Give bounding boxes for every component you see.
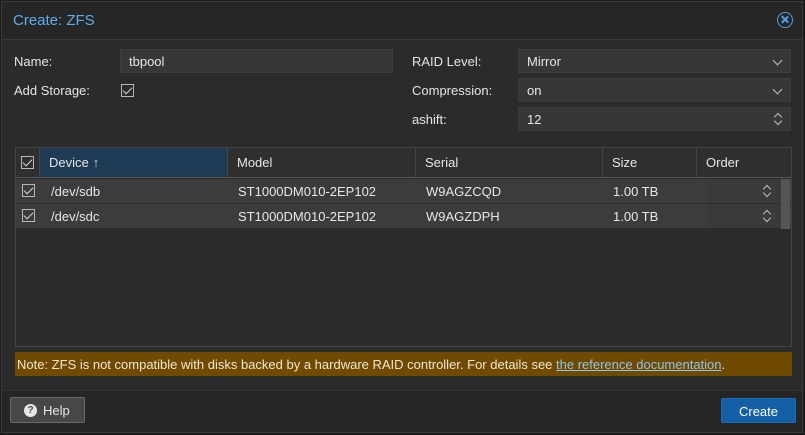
- spinner-icon[interactable]: [762, 208, 772, 224]
- add-storage-label: Add Storage:: [14, 83, 90, 98]
- order-spinner[interactable]: [708, 180, 780, 202]
- column-size-label: Size: [612, 155, 638, 170]
- compression-select[interactable]: on: [518, 78, 791, 102]
- create-button-label: Create: [738, 404, 779, 419]
- warning-text: Note: ZFS is not compatible with disks b…: [17, 357, 557, 372]
- serial-cell: W9AGZCQD: [426, 184, 502, 199]
- add-storage-checkbox[interactable]: [121, 84, 134, 97]
- ashift-spinner[interactable]: 12: [518, 107, 791, 131]
- dialog-titlebar: Create: ZFS: [2, 2, 802, 40]
- size-cell: 1.00 TB: [613, 209, 659, 224]
- model-cell: ST1000DM010-2EP102: [238, 209, 377, 224]
- device-cell: /dev/sdb: [51, 184, 101, 199]
- create-button[interactable]: Create: [721, 398, 796, 423]
- create-zfs-dialog: Create: ZFS Name: tbpool Add Storage: RA…: [1, 1, 803, 433]
- raid-level-value: Mirror: [527, 54, 561, 69]
- name-value: tbpool: [129, 54, 165, 69]
- help-button[interactable]: ? Help: [10, 397, 85, 423]
- reference-documentation-link[interactable]: the reference documentation: [556, 357, 722, 372]
- device-cell: /dev/sdc: [51, 209, 100, 224]
- zfs-raid-warning: Note: ZFS is not compatible with disks b…: [15, 352, 792, 376]
- raid-level-select[interactable]: Mirror: [518, 49, 791, 73]
- warning-suffix: .: [721, 357, 726, 372]
- name-label: Name:: [14, 54, 53, 69]
- sort-ascending-icon: ↑: [92, 155, 100, 170]
- spinner-icon[interactable]: [773, 111, 783, 127]
- grid-scrollbar[interactable]: [781, 179, 790, 229]
- grid-header: Device ↑ Model Serial Size Order: [16, 148, 791, 178]
- raid-level-label: RAID Level:: [412, 54, 482, 69]
- column-model-label: Model: [237, 155, 273, 170]
- column-header-model[interactable]: Model: [228, 148, 416, 177]
- order-spinner[interactable]: [708, 205, 780, 227]
- ashift-value: 12: [527, 112, 542, 127]
- chevron-down-icon[interactable]: [772, 55, 783, 66]
- compression-label: Compression:: [412, 83, 493, 98]
- row-checkbox[interactable]: [22, 184, 35, 197]
- close-icon[interactable]: [777, 12, 793, 28]
- compression-value: on: [527, 83, 542, 98]
- model-cell: ST1000DM010-2EP102: [238, 184, 377, 199]
- size-cell: 1.00 TB: [613, 184, 659, 199]
- disk-grid: Device ↑ Model Serial Size Order /dev/sdb…: [15, 147, 792, 347]
- select-all-checkbox[interactable]: [21, 156, 34, 169]
- row-checkbox[interactable]: [22, 209, 35, 222]
- spinner-icon[interactable]: [762, 183, 772, 199]
- ashift-label: ashift:: [412, 112, 447, 127]
- column-serial-label: Serial: [425, 155, 459, 170]
- table-row[interactable]: /dev/sdb ST1000DM010-2EP102 W9AGZCQD 1.0…: [16, 179, 791, 204]
- chevron-down-icon[interactable]: [772, 84, 783, 95]
- column-device-label: Device: [49, 155, 89, 170]
- column-header-order[interactable]: Order: [697, 148, 791, 177]
- dialog-title: Create: ZFS: [13, 12, 95, 29]
- dialog-footer: ? Help Create: [2, 390, 802, 432]
- help-icon: ?: [24, 404, 37, 417]
- serial-cell: W9AGZDPH: [426, 209, 500, 224]
- column-header-device[interactable]: Device ↑: [40, 148, 228, 177]
- column-order-label: Order: [706, 155, 740, 170]
- column-header-size[interactable]: Size: [603, 148, 697, 177]
- column-header-serial[interactable]: Serial: [416, 148, 603, 177]
- name-input[interactable]: tbpool: [120, 49, 393, 73]
- select-all-header[interactable]: [16, 148, 40, 177]
- help-button-label: Help: [43, 403, 70, 418]
- table-row[interactable]: /dev/sdc ST1000DM010-2EP102 W9AGZDPH 1.0…: [16, 204, 791, 229]
